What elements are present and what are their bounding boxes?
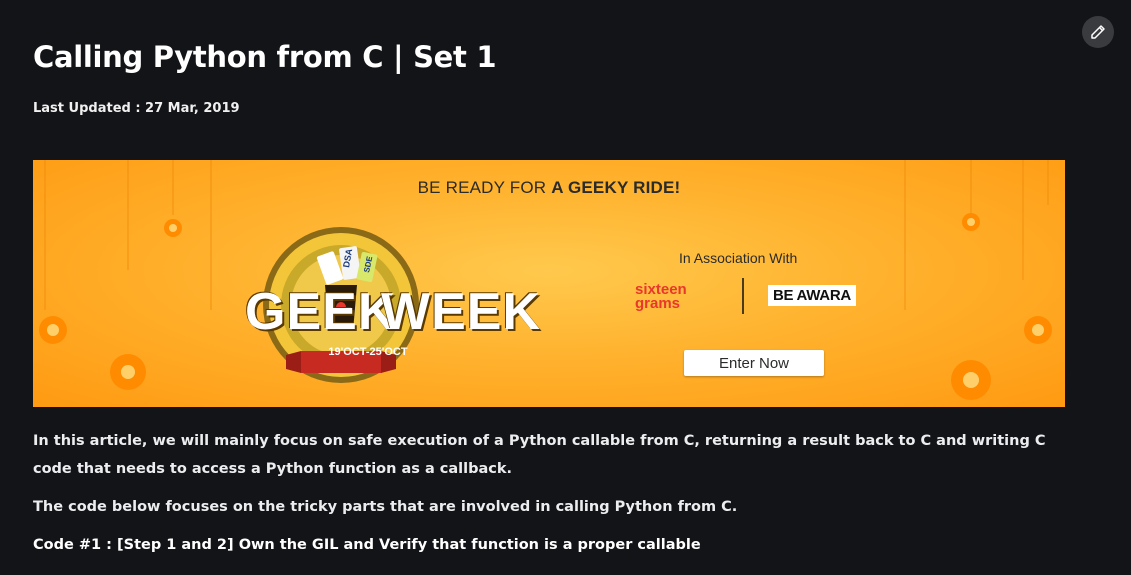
- headline-emphasis: A GEEKY RIDE!: [551, 178, 681, 197]
- page-title: Calling Python from C | Set 1: [33, 40, 497, 74]
- sponsor-sixteen-grams-logo: sixteen grams: [635, 282, 687, 312]
- body-paragraph: The code below focuses on the tricky par…: [33, 499, 738, 515]
- code-heading: Code #1 : [Step 1 and 2] Own the GIL and…: [33, 537, 701, 553]
- logo-week-text: WEEK: [381, 283, 541, 341]
- geek-week-banner[interactable]: BE READY FOR A GEEKY RIDE! DSA SDE GEEK …: [33, 160, 1065, 407]
- pencil-icon: [1091, 25, 1105, 39]
- intro-paragraph: In this article, we will mainly focus on…: [33, 433, 1046, 477]
- association-label: In Association With: [679, 250, 798, 266]
- headline-prefix: BE READY FOR: [417, 178, 552, 197]
- sponsor-be-awara-logo: BE AWARA: [768, 285, 856, 306]
- logo-geek-text: GEEK: [245, 283, 397, 341]
- edit-article-button[interactable]: [1082, 16, 1114, 48]
- banner-headline: BE READY FOR A GEEKY RIDE!: [33, 178, 1065, 198]
- last-updated: Last Updated : 27 Mar, 2019: [33, 101, 240, 116]
- event-dates: 19'OCT-25'OCT: [328, 346, 408, 358]
- enter-now-button[interactable]: Enter Now: [684, 350, 824, 376]
- sponsor-1-line2: grams: [635, 295, 681, 312]
- sponsor-divider: [742, 278, 744, 314]
